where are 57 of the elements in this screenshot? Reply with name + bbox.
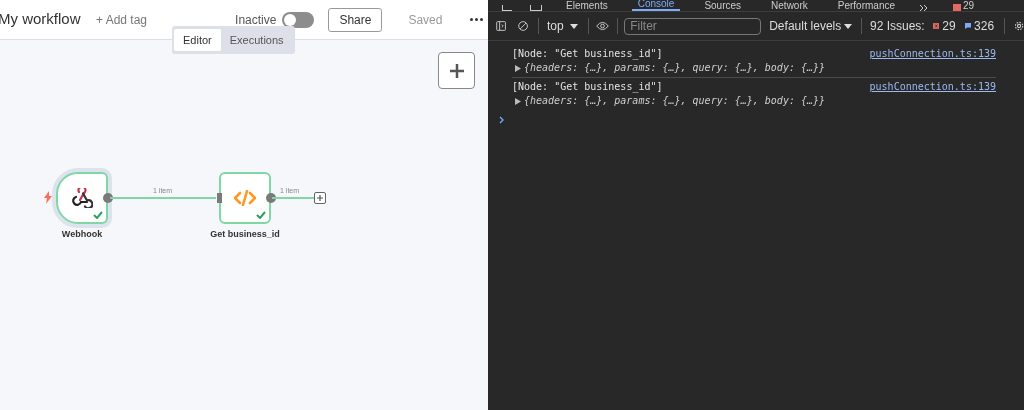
prompt-chevron-icon[interactable] — [499, 116, 504, 124]
source-link[interactable]: pushConnection.ts:139 — [869, 48, 996, 60]
node-label: Get business_id — [209, 228, 281, 241]
view-tab[interactable]: Editor — [174, 29, 221, 51]
sidebar-icon[interactable] — [496, 19, 507, 33]
check-icon — [256, 211, 266, 219]
devtools-tab[interactable]: Elements — [560, 0, 614, 11]
plus-icon — [316, 194, 324, 202]
error-count[interactable]: 29 — [942, 17, 956, 35]
devtools-tab[interactable]: Performance — [831, 0, 901, 11]
caret-icon — [569, 23, 578, 29]
devtools-tab[interactable]: Sources — [698, 0, 748, 11]
levels-dropdown[interactable]: Default levels — [769, 17, 853, 35]
status-label: Inactive — [235, 11, 277, 29]
error-count: 29 — [963, 0, 975, 11]
eye-icon[interactable] — [596, 20, 610, 32]
message-icon — [964, 22, 972, 30]
plus-icon — [448, 62, 465, 79]
issues-label: 92 Issues: — [869, 18, 925, 35]
source-link[interactable]: pushConnection.ts:139 — [869, 81, 996, 93]
workflow-name[interactable]: My workflow — [0, 8, 96, 31]
input-handle[interactable] — [217, 193, 222, 203]
filter-field[interactable]: Filter — [624, 17, 762, 35]
chevron-icon[interactable] — [919, 4, 929, 11]
error-icon — [932, 22, 940, 30]
check-icon — [93, 211, 103, 219]
connection-line — [272, 197, 314, 199]
lightning-icon — [44, 191, 52, 204]
code-icon — [234, 190, 256, 206]
view-tab[interactable]: Executions — [220, 29, 293, 51]
webhook-icon — [71, 188, 93, 208]
object-preview[interactable]: {headers: {…}, params: {…}, query: {…}, body: {…}} — [524, 62, 826, 74]
device-icon[interactable] — [530, 5, 542, 11]
more-icon[interactable] — [470, 18, 484, 21]
error-icon — [953, 4, 961, 11]
active-toggle[interactable] — [282, 11, 315, 28]
share-button[interactable]: Share — [328, 7, 383, 32]
save-status: Saved — [408, 11, 443, 29]
output-handle[interactable] — [103, 193, 113, 203]
inspect-icon[interactable] — [502, 5, 512, 11]
workflow-node[interactable] — [219, 172, 271, 224]
object-preview[interactable]: {headers: {…}, params: {…}, query: {…}, body: {…}} — [524, 95, 826, 107]
context-dropdown[interactable]: top — [547, 17, 578, 35]
node-label: Webhook — [60, 228, 104, 241]
settings-icon[interactable] — [1013, 19, 1024, 33]
caret-icon — [844, 23, 853, 29]
log-message: [Node: "Get business_id"] — [512, 48, 663, 60]
log-message: [Node: "Get business_id"] — [512, 81, 663, 93]
expand-triangle-icon[interactable] — [515, 97, 521, 105]
zoom-in-button[interactable] — [438, 52, 475, 89]
devtools-tab[interactable]: Network — [765, 0, 814, 11]
add-node-button[interactable] — [314, 192, 326, 204]
info-count[interactable]: 326 — [974, 17, 995, 35]
devtools-tab[interactable]: Console — [631, 0, 681, 11]
clear-icon[interactable] — [518, 19, 529, 33]
expand-triangle-icon[interactable] — [515, 64, 521, 72]
add-tag-link[interactable]: + Add tag — [96, 10, 148, 29]
